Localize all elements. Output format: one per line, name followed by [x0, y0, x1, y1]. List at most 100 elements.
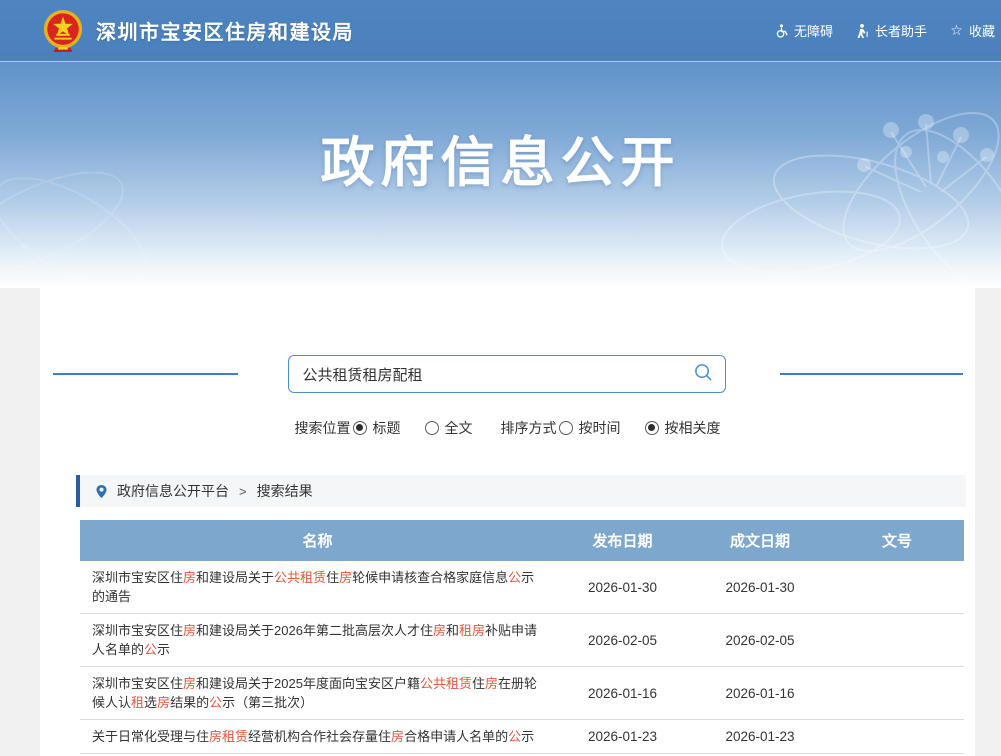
title-text: 和建设局关于2025年度面向宝安区户籍	[196, 676, 420, 691]
radio-option-0-1[interactable]: 全文	[425, 418, 473, 438]
elder-assistant-label: 长者助手	[875, 21, 927, 40]
doc-number	[830, 614, 964, 667]
keyword-highlight: 房	[433, 623, 446, 638]
elder-assistant-link[interactable]: 长者助手	[855, 21, 927, 40]
title-text: 和建设局关于2026年第二批高层次人才住	[196, 623, 433, 638]
option-group-label: 搜索位置	[295, 418, 351, 438]
search-icon	[693, 362, 714, 386]
breadcrumb: 政府信息公开平台 > 搜索结果	[76, 475, 966, 507]
header-doc-date: 成文日期	[690, 520, 830, 561]
doc-date: 2026-02-05	[690, 614, 830, 667]
site-title[interactable]: 深圳市宝安区住房和建设局	[96, 16, 354, 45]
header-publish-date: 发布日期	[555, 520, 690, 561]
table-row: 深圳市宝安区住房和建设局关于2026年第二批高层次人才住房和租房补贴申请人名单的…	[80, 614, 964, 667]
keyword-highlight: 租房	[459, 623, 485, 638]
favorite-link[interactable]: ☆ 收藏	[949, 21, 995, 40]
keyword-highlight: 房	[183, 570, 196, 585]
option-group-label: 排序方式	[501, 418, 557, 438]
title-text: 深圳市宝安区住	[92, 676, 183, 691]
accessibility-link[interactable]: 无障碍	[774, 21, 833, 40]
table-header-row: 名称 发布日期 成文日期 文号	[80, 520, 964, 561]
radio-option-1-1[interactable]: 按相关度	[645, 418, 721, 438]
doc-date: 2026-01-23	[690, 720, 830, 754]
page-title: 政府信息公开	[0, 118, 1001, 197]
radio-label: 按相关度	[665, 418, 721, 438]
doc-number	[830, 561, 964, 614]
title-text: 深圳市宝安区住	[92, 623, 183, 638]
title-text: 深圳市宝安区住	[92, 570, 183, 585]
table-row: 关于日常化受理与住房租赁经营机构合作社会存量住房合格申请人名单的公示2026-0…	[80, 720, 964, 754]
publish-date: 2026-02-05	[555, 614, 690, 667]
title-text: 和	[446, 623, 459, 638]
doc-number	[830, 667, 964, 720]
radio-label: 标题	[373, 418, 401, 438]
doc-date: 2026-01-30	[690, 561, 830, 614]
keyword-highlight: 租	[131, 695, 144, 710]
breadcrumb-current: 搜索结果	[257, 481, 313, 501]
favorite-label: 收藏	[969, 21, 995, 40]
doc-title-link[interactable]: 深圳市宝安区住房和建设局关于公共租赁住房轮候申请核查合格家庭信息公示的通告	[80, 561, 555, 614]
radio-label: 全文	[445, 418, 473, 438]
radio-unselected-icon[interactable]	[425, 421, 439, 435]
main-area: 搜索位置 标题 全文 排序方式 按时间 按相关度 政府信息公开平台 > 搜索结果 名称 发…	[0, 288, 1001, 756]
search-input[interactable]	[288, 355, 726, 393]
radio-selected-icon[interactable]	[353, 421, 367, 435]
title-text: 住	[472, 676, 485, 691]
accessibility-icon	[774, 23, 789, 38]
keyword-highlight: 公共租赁	[274, 570, 326, 585]
publish-date: 2026-01-16	[555, 667, 690, 720]
accessibility-label: 无障碍	[794, 21, 833, 40]
search-button[interactable]	[692, 362, 716, 386]
keyword-highlight: 公	[144, 642, 157, 657]
breadcrumb-separator: >	[239, 484, 247, 499]
radio-option-1-0[interactable]: 按时间	[559, 418, 621, 438]
decorative-line-left	[53, 373, 238, 375]
radio-option-0-0[interactable]: 标题	[353, 418, 401, 438]
title-text: 和建设局关于	[196, 570, 274, 585]
title-text: 示（第三批次）	[222, 695, 313, 710]
keyword-highlight: 房	[339, 570, 352, 585]
location-pin-icon	[94, 484, 109, 499]
table-row: 深圳市宝安区住房和建设局关于2025年度面向宝安区户籍公共租赁住房在册轮候人认租…	[80, 667, 964, 720]
title-text: 示	[521, 729, 534, 744]
star-icon: ☆	[949, 23, 964, 38]
doc-number	[830, 720, 964, 754]
breadcrumb-root[interactable]: 政府信息公开平台	[117, 481, 229, 501]
title-text: 轮候申请核查合格家庭信息	[352, 570, 508, 585]
table-row: 深圳市宝安区住房和建设局关于公共租赁住房轮候申请核查合格家庭信息公示的通告202…	[80, 561, 964, 614]
title-text: 选	[144, 695, 157, 710]
search-section	[40, 288, 975, 393]
radio-selected-icon[interactable]	[645, 421, 659, 435]
title-text: 结果的	[170, 695, 209, 710]
radio-unselected-icon[interactable]	[559, 421, 573, 435]
header-name: 名称	[80, 520, 555, 561]
decorative-line-right	[780, 373, 963, 375]
doc-title-link[interactable]: 关于日常化受理与住房租赁经营机构合作社会存量住房合格申请人名单的公示	[80, 720, 555, 754]
keyword-highlight: 公	[508, 729, 521, 744]
radio-label: 按时间	[579, 418, 621, 438]
title-text: 经营机构合作社会存量住	[248, 729, 391, 744]
title-text: 住	[326, 570, 339, 585]
option-group: 排序方式 按时间 按相关度	[501, 418, 721, 438]
search-box	[288, 355, 726, 393]
title-text: 合格申请人名单的	[404, 729, 508, 744]
results-table: 名称 发布日期 成文日期 文号 深圳市宝安区住房和建设局关于公共租赁住房轮候申请…	[80, 520, 964, 756]
banner: 政府信息公开	[0, 62, 1001, 288]
search-options: 搜索位置 标题 全文 排序方式 按时间 按相关度	[40, 415, 975, 440]
keyword-highlight: 房租赁	[209, 729, 248, 744]
doc-title-link[interactable]: 深圳市宝安区住房和建设局关于2025年度面向宝安区户籍公共租赁住房在册轮候人认租…	[80, 667, 555, 720]
keyword-highlight: 公	[209, 695, 222, 710]
header-doc-number: 文号	[830, 520, 964, 561]
results-table-body: 深圳市宝安区住房和建设局关于公共租赁住房轮候申请核查合格家庭信息公示的通告202…	[80, 561, 964, 756]
keyword-highlight: 房	[183, 623, 196, 638]
doc-title-link[interactable]: 深圳市宝安区住房和建设局关于2026年第二批高层次人才住房和租房补贴申请人名单的…	[80, 614, 555, 667]
keyword-highlight: 公	[508, 570, 521, 585]
keyword-highlight: 房	[157, 695, 170, 710]
topbar: 深圳市宝安区住房和建设局 无障碍 长者助手 ☆	[0, 0, 1001, 62]
keyword-highlight: 公共租赁	[420, 676, 472, 691]
keyword-highlight: 房	[485, 676, 498, 691]
publish-date: 2026-01-23	[555, 720, 690, 754]
content-card: 搜索位置 标题 全文 排序方式 按时间 按相关度 政府信息公开平台 > 搜索结果 名称 发…	[40, 288, 975, 756]
national-emblem-logo[interactable]	[42, 9, 84, 53]
option-group: 搜索位置 标题 全文	[295, 418, 473, 438]
